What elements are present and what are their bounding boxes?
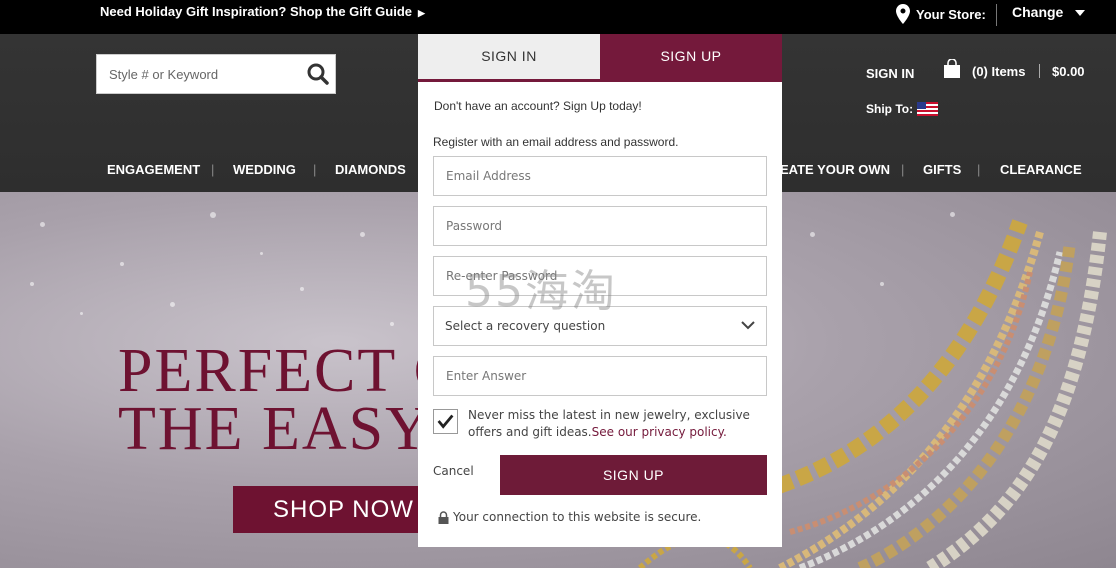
store-label: Your Store: [916,6,986,22]
nav-item-wedding[interactable]: WEDDING [233,162,296,177]
nav-separator: | [211,162,215,177]
nav-separator: | [313,162,317,177]
newsletter-checkbox[interactable] [433,409,458,434]
recovery-question-value: Select a recovery question [445,319,606,333]
secure-connection-note: Your connection to this website is secur… [438,510,701,524]
chevron-down-icon [741,321,755,330]
shopping-bag-icon[interactable] [943,59,961,79]
chevron-right-icon: ▶ [418,8,425,18]
hero-headline: PERFECT C THE EASY [118,337,458,463]
sparkle [300,287,304,291]
checkmark-icon [437,414,454,429]
chevron-down-icon[interactable] [1075,10,1085,16]
privacy-policy-link[interactable]: See our privacy policy. [592,425,727,439]
ship-to-label: Ship To: [866,102,914,116]
gift-guide-link[interactable]: Need Holiday Gift Inspiration? Shop the … [100,4,425,19]
sparkle [80,312,83,315]
nav-separator: | [901,162,905,177]
email-field [433,156,767,196]
divider [1039,64,1040,78]
nav-item-gifts[interactable]: GIFTS [923,162,961,177]
cart-total: $0.00 [1052,64,1085,79]
nav-separator: | [977,162,981,177]
sparkle [260,252,263,255]
top-bar: Need Holiday Gift Inspiration? Shop the … [0,0,1116,34]
location-pin-icon [896,4,910,24]
divider [996,4,997,26]
sparkle [120,262,124,266]
sparkle [30,282,34,286]
password-input[interactable] [434,207,766,245]
email-input[interactable] [434,157,766,195]
sign-up-button[interactable]: SIGN UP [500,455,767,495]
sparkle [210,212,216,218]
tab-sign-in[interactable]: SIGN IN [418,34,600,79]
store-selector: Your Store: [896,4,986,24]
change-store-button[interactable]: Change [1012,4,1063,20]
cart-items-count[interactable]: (0) Items [972,64,1025,79]
hero-headline-line2: THE EASY [118,395,432,463]
answer-input[interactable] [434,357,766,395]
watermark: 55海淘 [465,266,617,317]
gift-guide-text: Need Holiday Gift Inspiration? Shop the … [100,4,413,19]
sparkle [390,322,394,326]
search-icon[interactable] [307,63,329,85]
lock-icon [438,510,449,524]
shop-now-button[interactable]: SHOP NOW [233,486,433,533]
answer-field [433,356,767,396]
sparkle [40,222,45,227]
nav-item-engagement[interactable]: ENGAGEMENT [107,162,200,177]
secure-text: Your connection to this website is secur… [453,510,702,524]
sparkle [360,232,365,237]
tab-sign-up[interactable]: SIGN UP [600,34,782,79]
signup-instruction: Register with an email address and passw… [433,135,679,149]
sparkle [170,302,175,307]
nav-item-clearance[interactable]: CLEARANCE [1000,162,1082,177]
us-flag-icon[interactable] [917,102,938,116]
header-sign-in-link[interactable]: SIGN IN [866,66,914,81]
cancel-button[interactable]: Cancel [433,464,474,478]
search-box [96,54,336,94]
signup-intro: Don't have an account? Sign Up today! [434,99,642,113]
password-field [433,206,767,246]
hero-headline-line1: PERFECT C [118,337,458,405]
nav-item-create-your-own[interactable]: EATE YOUR OWN [780,162,890,177]
nav-item-diamonds[interactable]: DIAMONDS [335,162,406,177]
search-input[interactable] [97,55,302,93]
tab-underline [418,79,782,82]
newsletter-optin-text: Never miss the latest in new jewelry, ex… [468,407,768,441]
